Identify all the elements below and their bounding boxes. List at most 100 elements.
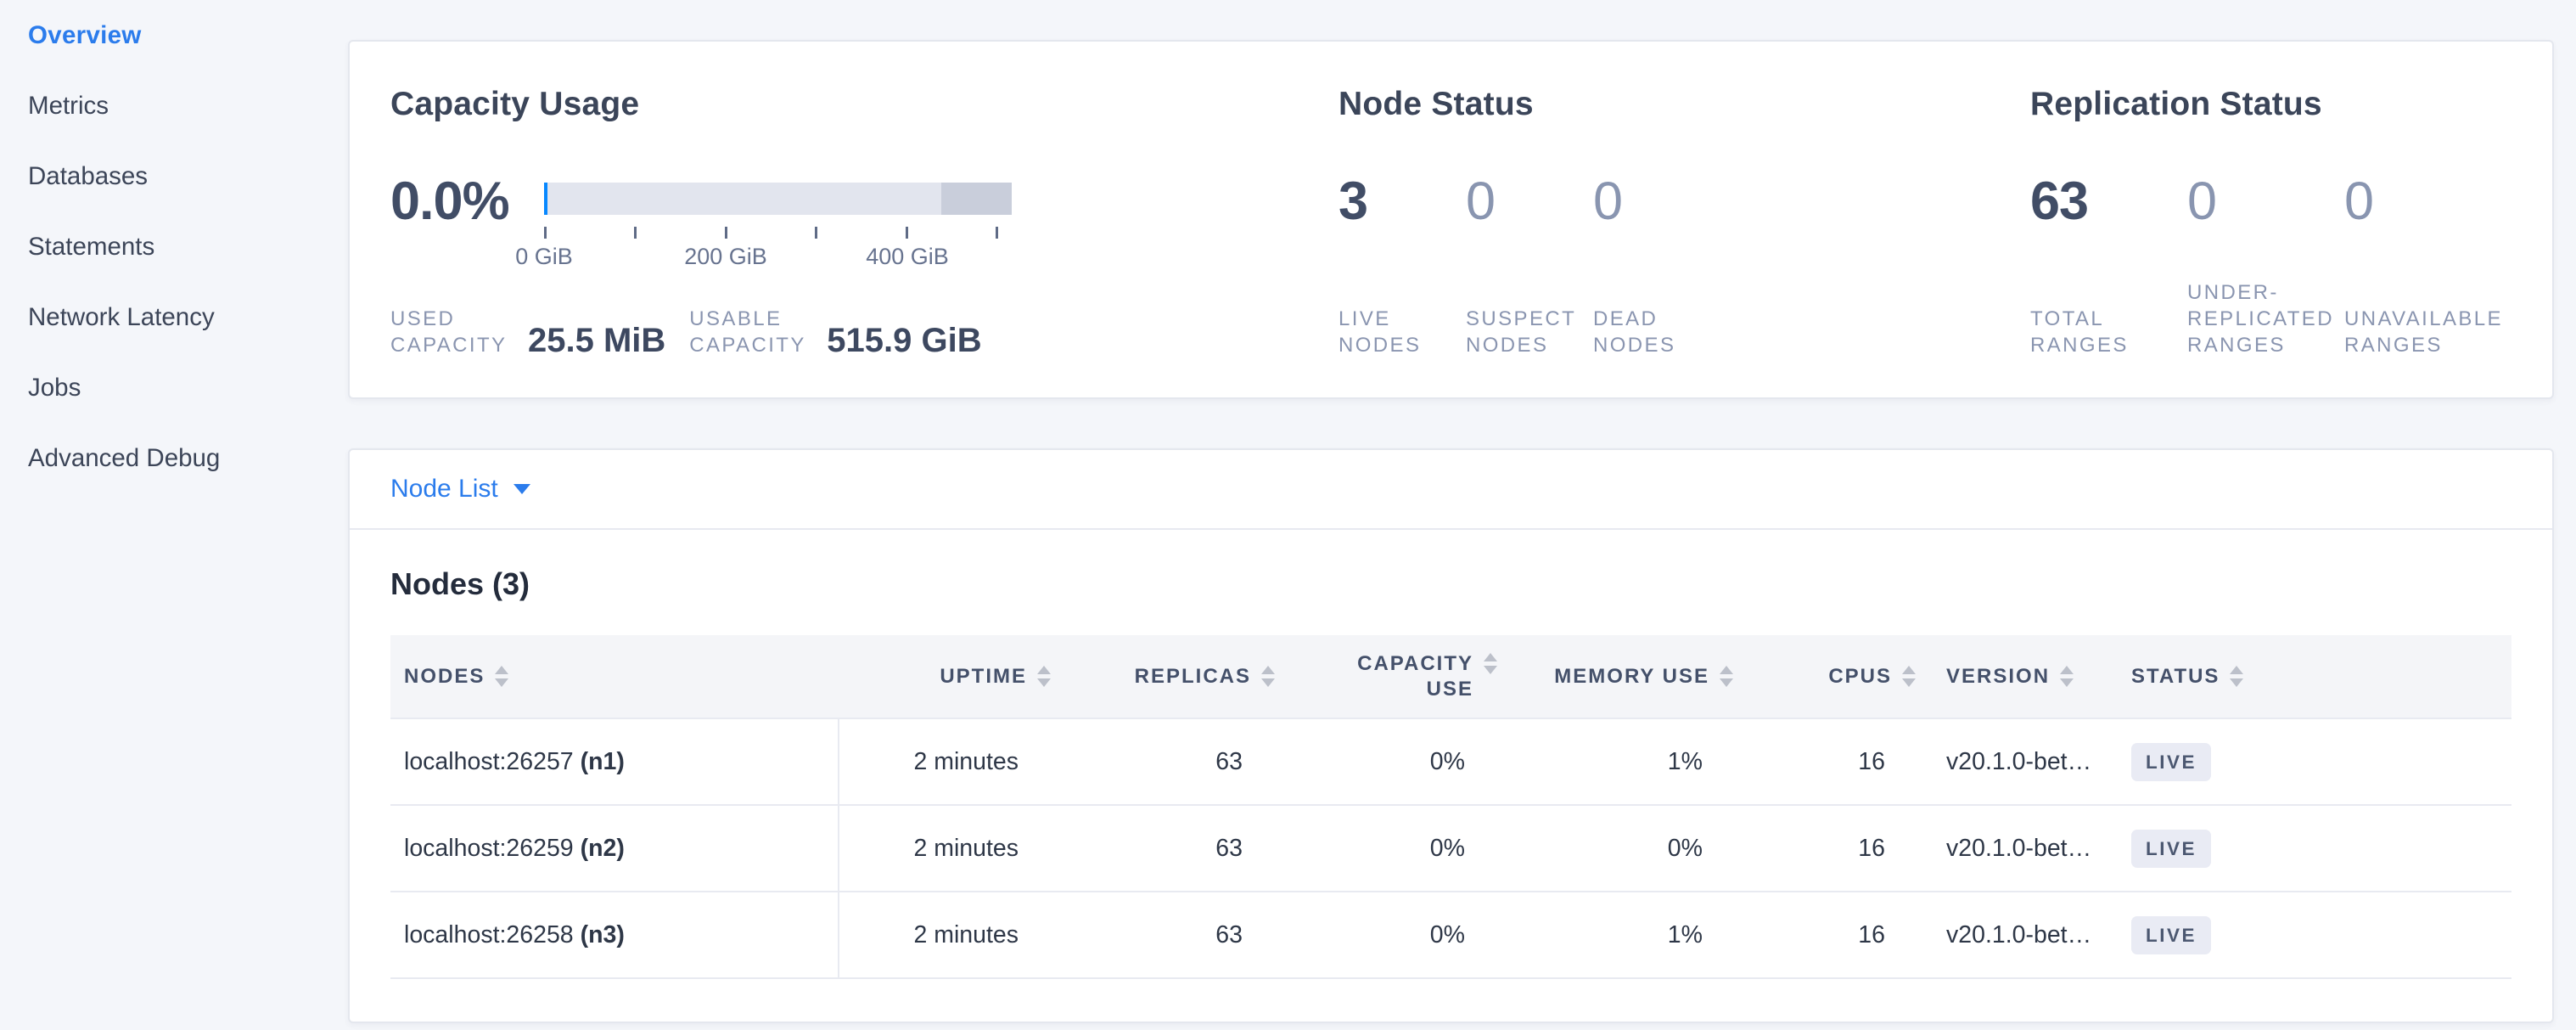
nodes-table-title: Nodes (3): [390, 566, 2511, 603]
node-id: (n2): [581, 835, 625, 862]
under-replicated-ranges-label: UNDER-REPLICATED RANGES: [2187, 279, 2344, 358]
unavailable-ranges-stat: 0 UNAVAILABLE RANGES: [2344, 125, 2501, 358]
column-header-cpus[interactable]: CPUS: [1733, 635, 1916, 718]
sort-icon[interactable]: [1261, 666, 1275, 687]
usable-capacity-label: USABLE CAPACITY: [689, 306, 817, 358]
status-badge: LIVE: [2131, 743, 2211, 781]
dead-nodes-value: 0: [1593, 174, 1720, 228]
nodes-table: NODES UPTIME REPLICAS CAPACITY USE: [390, 635, 2511, 979]
replication-status-stats: 63 TOTAL RANGES 0 UNDER-REPLICATED RANGE…: [2030, 125, 2511, 358]
sidebar-item-databases[interactable]: Databases: [28, 164, 348, 189]
node-address-link[interactable]: localhost:26257: [404, 748, 574, 775]
status-badge: LIVE: [2131, 916, 2211, 954]
under-replicated-ranges-stat: 0 UNDER-REPLICATED RANGES: [2187, 125, 2344, 358]
live-nodes-value: 3: [1339, 174, 1466, 228]
total-ranges-value: 63: [2030, 174, 2187, 228]
dead-nodes-stat: 0 DEAD NODES: [1593, 125, 1720, 358]
axis-label: 200 GiB: [684, 244, 767, 270]
view-selector-label: Node List: [390, 475, 498, 504]
axis-tick: [906, 227, 908, 239]
main-content: Capacity Usage 0.0%: [348, 0, 2554, 1023]
column-header-version[interactable]: VERSION: [1916, 635, 2107, 718]
total-ranges-label: TOTAL RANGES: [2030, 306, 2187, 358]
dead-nodes-label: DEAD NODES: [1593, 306, 1720, 358]
cpus-cell: 16: [1733, 805, 1916, 892]
uptime-cell: 2 minutes: [839, 805, 1051, 892]
capacity-use-cell: 0%: [1275, 718, 1497, 805]
unavailable-ranges-value: 0: [2344, 174, 2501, 228]
column-header-uptime[interactable]: UPTIME: [839, 635, 1051, 718]
axis-tick: [544, 227, 547, 239]
live-nodes-label: LIVE NODES: [1339, 306, 1466, 358]
usable-capacity-value: 515.9 GiB: [827, 323, 981, 358]
cpus-cell: 16: [1733, 718, 1916, 805]
live-nodes-stat: 3 LIVE NODES: [1339, 125, 1466, 358]
capacity-bar-used-segment: [544, 183, 547, 215]
sidebar-item-overview[interactable]: Overview: [28, 23, 348, 48]
cluster-overview-page: Overview Metrics Databases Statements Ne…: [0, 0, 2576, 1030]
sidebar-nav: Overview Metrics Databases Statements Ne…: [0, 0, 348, 471]
view-selector-dropdown[interactable]: Node List: [390, 475, 530, 504]
memory-use-cell: 0%: [1497, 805, 1733, 892]
capacity-axis-labels: 0 GiB 200 GiB 400 GiB: [544, 244, 998, 274]
version-cell: v20.1.0-bet…: [1916, 805, 2107, 892]
memory-use-cell: 1%: [1497, 718, 1733, 805]
replicas-cell: 63: [1051, 892, 1275, 978]
column-header-memory-use[interactable]: MEMORY USE: [1497, 635, 1733, 718]
memory-use-cell: 1%: [1497, 892, 1733, 978]
suspect-nodes-value: 0: [1466, 174, 1593, 228]
chevron-down-icon: [514, 484, 530, 494]
under-replicated-ranges-value: 0: [2187, 174, 2344, 228]
replicas-cell: 63: [1051, 805, 1275, 892]
node-id: (n1): [581, 748, 625, 775]
table-header-row: NODES UPTIME REPLICAS CAPACITY USE: [390, 635, 2511, 718]
node-list-panel-body: Nodes (3) NODES UPTIME: [350, 530, 2552, 1022]
sort-icon[interactable]: [1720, 666, 1733, 687]
capacity-stats: USED CAPACITY 25.5 MiB USABLE CAPACITY 5…: [390, 306, 1339, 358]
capacity-bar-chart: 0 GiB 200 GiB 400 GiB: [544, 174, 1012, 274]
table-row[interactable]: localhost:26257 (n1) 2 minutes 63 0% 1% …: [390, 718, 2511, 805]
sidebar-item-advanced-debug[interactable]: Advanced Debug: [28, 446, 348, 471]
sort-icon[interactable]: [1484, 653, 1497, 674]
sidebar-item-metrics[interactable]: Metrics: [28, 93, 348, 119]
column-header-replicas[interactable]: REPLICAS: [1051, 635, 1275, 718]
column-header-status[interactable]: STATUS: [2107, 635, 2511, 718]
sort-icon[interactable]: [495, 666, 508, 687]
cpus-cell: 16: [1733, 892, 1916, 978]
axis-tick: [634, 227, 637, 239]
version-cell: v20.1.0-bet…: [1916, 892, 2107, 978]
sort-icon[interactable]: [2230, 666, 2243, 687]
node-status-section: Node Status 3 LIVE NODES 0 SUSPECT NODES…: [1339, 84, 2030, 358]
node-list-panel: Node List Nodes (3) NODES: [348, 448, 2554, 1023]
capacity-use-cell: 0%: [1275, 892, 1497, 978]
sidebar-item-statements[interactable]: Statements: [28, 234, 348, 260]
sort-icon[interactable]: [2060, 666, 2074, 687]
version-cell: v20.1.0-bet…: [1916, 718, 2107, 805]
cluster-summary-panel: Capacity Usage 0.0%: [348, 40, 2554, 399]
uptime-cell: 2 minutes: [839, 892, 1051, 978]
sidebar-item-jobs[interactable]: Jobs: [28, 375, 348, 401]
node-address-link[interactable]: localhost:26259: [404, 835, 574, 862]
node-id: (n3): [581, 921, 625, 948]
sidebar: Overview Metrics Databases Statements Ne…: [0, 0, 348, 1030]
capacity-usage-section: Capacity Usage 0.0%: [390, 84, 1339, 358]
node-status-stats: 3 LIVE NODES 0 SUSPECT NODES 0 DEAD NODE…: [1339, 125, 2030, 358]
column-header-nodes[interactable]: NODES: [390, 635, 839, 718]
column-header-capacity-use[interactable]: CAPACITY USE: [1275, 635, 1497, 718]
replication-status-section: Replication Status 63 TOTAL RANGES 0 UND…: [2030, 84, 2511, 358]
axis-tick: [815, 227, 817, 239]
suspect-nodes-stat: 0 SUSPECT NODES: [1466, 125, 1593, 358]
replicas-cell: 63: [1051, 718, 1275, 805]
status-badge: LIVE: [2131, 830, 2211, 868]
axis-tick: [996, 227, 998, 239]
used-capacity-value: 25.5 MiB: [528, 323, 665, 358]
sort-icon[interactable]: [1902, 666, 1916, 687]
suspect-nodes-label: SUSPECT NODES: [1466, 306, 1593, 358]
sort-icon[interactable]: [1037, 666, 1051, 687]
sidebar-item-network-latency[interactable]: Network Latency: [28, 305, 348, 330]
table-row[interactable]: localhost:26259 (n2) 2 minutes 63 0% 0% …: [390, 805, 2511, 892]
node-status-title: Node Status: [1339, 84, 2030, 125]
total-ranges-stat: 63 TOTAL RANGES: [2030, 125, 2187, 358]
node-address-link[interactable]: localhost:26258: [404, 921, 574, 948]
table-row[interactable]: localhost:26258 (n3) 2 minutes 63 0% 1% …: [390, 892, 2511, 978]
